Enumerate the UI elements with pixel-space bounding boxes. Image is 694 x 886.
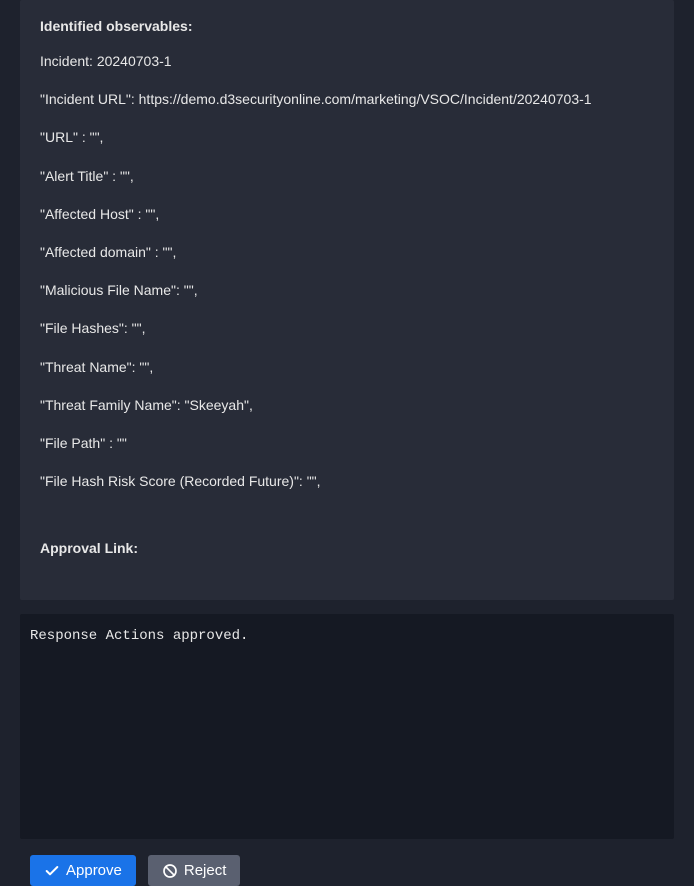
observables-panel: Identified observables: Incident: 202407… [20,0,674,600]
observable-line: "Affected domain" : "", [40,243,654,261]
observable-line: "Alert Title" : "", [40,167,654,185]
observable-line: "Threat Family Name": "Skeeyah", [40,396,654,414]
reject-button[interactable]: Reject [148,855,241,886]
approval-link-heading: Approval Link: [40,540,654,556]
approve-button[interactable]: Approve [30,855,136,886]
check-icon [44,863,60,879]
observable-line: "File Hashes": "", [40,319,654,337]
response-text: Response Actions approved. [30,628,664,644]
observables-heading: Identified observables: [40,18,654,34]
observable-line: Incident: 20240703-1 [40,52,654,70]
response-panel: Response Actions approved. [20,614,674,839]
observable-line: "Malicious File Name": "", [40,281,654,299]
observable-line: "File Path" : "" [40,434,654,452]
observable-line: "URL" : "", [40,128,654,146]
observable-line: "Incident URL": https://demo.d3securityo… [40,90,654,108]
observable-line: "Affected Host" : "", [40,205,654,223]
button-row: Approve Reject [30,855,674,886]
observable-line: "File Hash Risk Score (Recorded Future)"… [40,472,654,490]
ban-icon [162,863,178,879]
observable-line: "Threat Name": "", [40,358,654,376]
